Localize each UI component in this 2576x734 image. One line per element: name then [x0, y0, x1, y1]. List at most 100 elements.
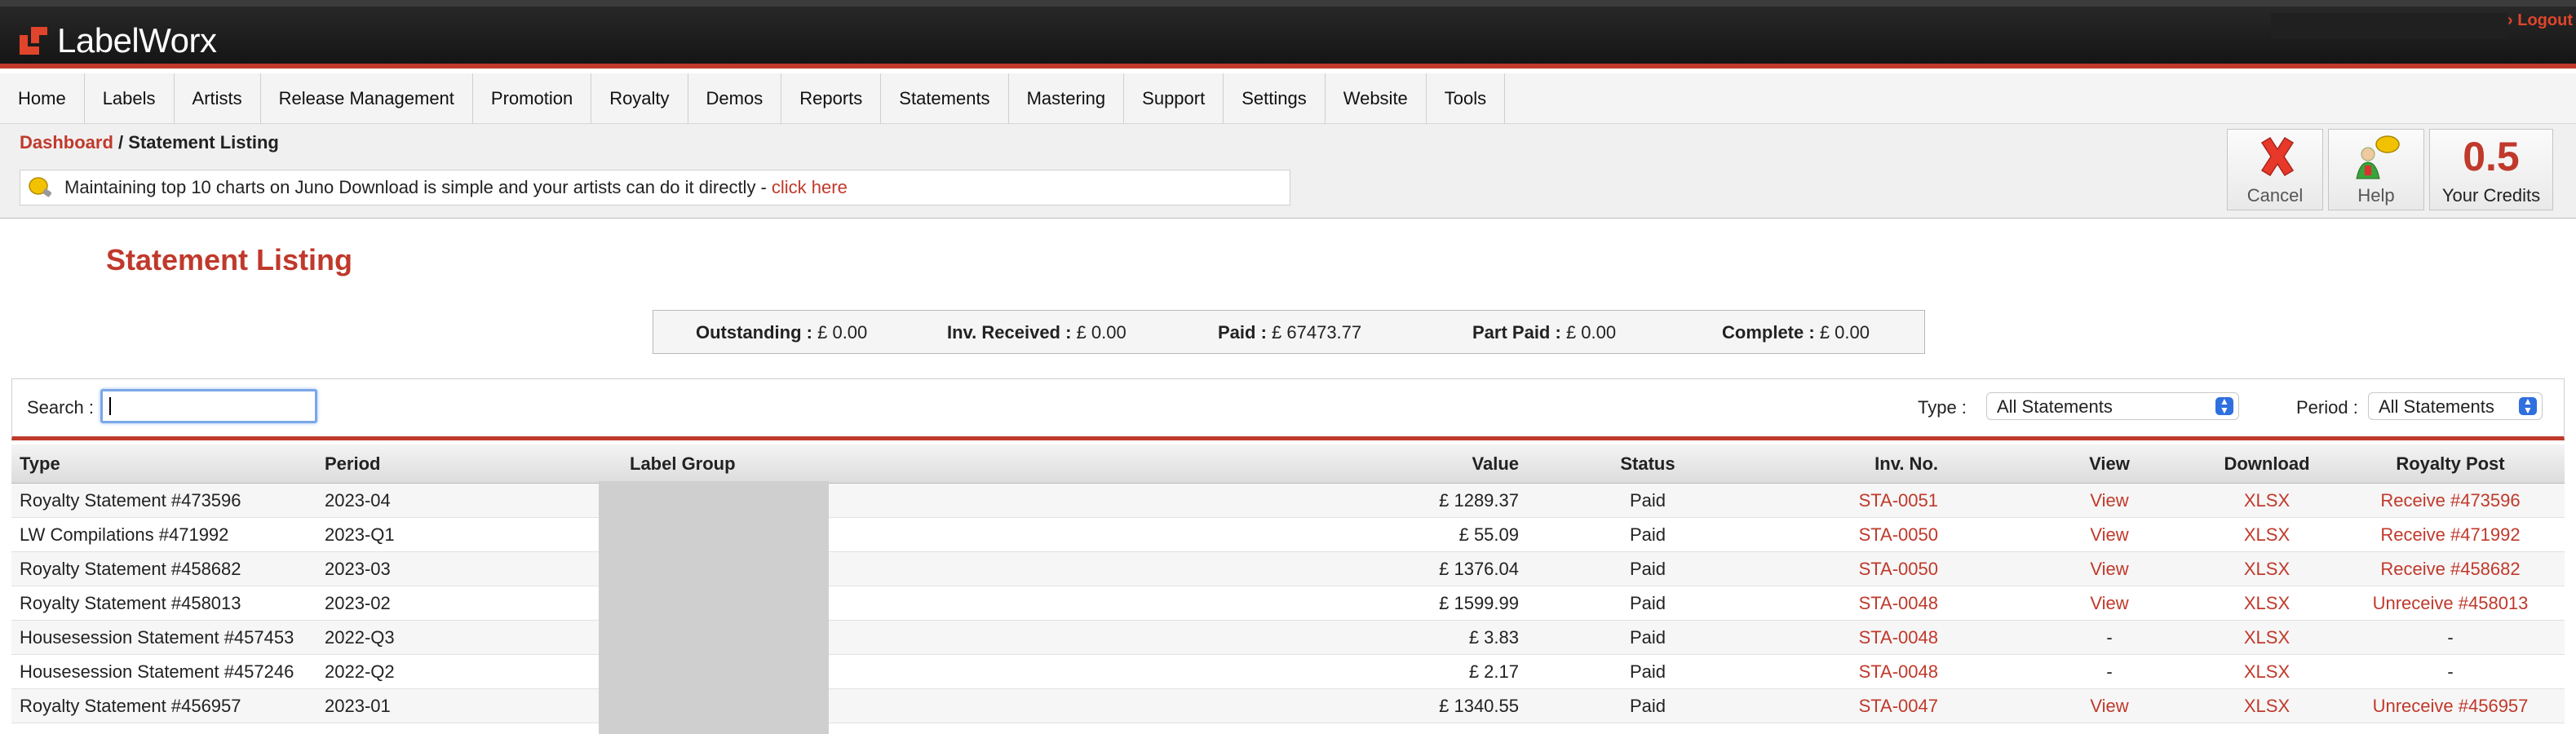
page-title: Statement Listing — [106, 243, 353, 276]
summary-part-paid: Part Paid : £ 0.00 — [1472, 322, 1617, 343]
invoice-link[interactable]: STA-0050 — [1859, 518, 1938, 551]
help-person-icon — [2356, 135, 2400, 179]
invoice-link[interactable]: STA-0048 — [1859, 655, 1938, 688]
cancel-x-icon — [2260, 136, 2295, 177]
view-link: - — [2106, 661, 2113, 682]
download-xlsx-link[interactable]: XLSX — [2211, 621, 2323, 654]
logout-link[interactable]: › Logout — [2507, 11, 2573, 30]
summary-inv-received: Inv. Received : £ 0.00 — [947, 322, 1126, 343]
nav-item-mastering[interactable]: Mastering — [1009, 73, 1125, 124]
royalty-post-link[interactable]: Receive #458682 — [2344, 552, 2556, 586]
nav-item-promotion[interactable]: Promotion — [473, 73, 592, 124]
type-select[interactable]: All Statements ▲ ▼ — [1986, 392, 2239, 420]
breadcrumb-separator: / — [113, 132, 129, 153]
header-royalty-post: Royalty Post — [2396, 453, 2505, 474]
credits-label: Your Credits — [2441, 185, 2541, 206]
logo-mark-icon — [20, 27, 47, 55]
status-cell: Paid — [1629, 524, 1666, 545]
invoice-link[interactable]: STA-0047 — [1859, 689, 1938, 723]
label-group-redacted — [599, 481, 829, 734]
nav-item-statements[interactable]: Statements — [881, 73, 1009, 124]
nav-item-support[interactable]: Support — [1124, 73, 1224, 124]
search-input[interactable] — [100, 389, 317, 423]
main-nav: Home Labels Artists Release Management Promo… — [0, 73, 2576, 124]
summary-paid: Paid : £ 67473.77 — [1218, 322, 1362, 343]
royalty-post-link[interactable]: Receive #473596 — [2344, 484, 2556, 517]
value-cell: £ 3.83 — [1468, 626, 1519, 648]
statement-type-cell: Royalty Statement #458013 — [20, 592, 241, 613]
nav-item-release-management[interactable]: Release Management — [261, 73, 473, 124]
header-inv-no[interactable]: Inv. No. — [1874, 444, 1938, 484]
period-cell: 2022-Q2 — [325, 661, 395, 682]
table-row: Royalty Statement #458013 2023-02 £ 1599.9… — [11, 586, 2565, 621]
period-cell: 2023-Q1 — [325, 524, 395, 545]
invoice-link[interactable]: STA-0051 — [1859, 484, 1938, 517]
download-xlsx-link[interactable]: XLSX — [2211, 484, 2323, 517]
summary-outstanding: Outstanding : £ 0.00 — [696, 322, 868, 343]
value-cell: £ 1376.04 — [1439, 558, 1519, 579]
view-link[interactable]: View — [2077, 689, 2142, 723]
breadcrumb-dashboard-link[interactable]: Dashboard — [20, 132, 113, 153]
period-select-value: All Statements — [2379, 396, 2494, 417]
cancel-button[interactable]: Cancel — [2227, 129, 2323, 210]
nav-item-settings[interactable]: Settings — [1224, 73, 1326, 124]
header-type[interactable]: Type — [20, 444, 60, 484]
nav-item-royalty[interactable]: Royalty — [591, 73, 688, 124]
table-row: Royalty Statement #456957 2023-01 £ 1340.5… — [11, 689, 2565, 723]
download-xlsx-link[interactable]: XLSX — [2211, 655, 2323, 688]
period-cell: 2023-04 — [325, 489, 391, 511]
table-row: Housesession Statement #457246 2022-Q2 £ 2… — [11, 655, 2565, 689]
download-xlsx-link[interactable]: XLSX — [2211, 552, 2323, 586]
view-link[interactable]: View — [2077, 552, 2142, 586]
table-row: Royalty Statement #458682 2023-03 £ 1376.0… — [11, 552, 2565, 586]
royalty-post-link[interactable]: Receive #471992 — [2344, 518, 2556, 551]
credits-value: 0.5 — [2463, 134, 2520, 179]
user-info — [2271, 13, 2507, 39]
table-body: Royalty Statement #473596 2023-04 £ 1289.3… — [11, 484, 2565, 723]
nav-item-tools[interactable]: Tools — [1427, 73, 1506, 124]
select-chevron-icon: ▲ ▼ — [2519, 396, 2537, 415]
status-cell: Paid — [1629, 558, 1666, 579]
status-cell: Paid — [1629, 661, 1666, 682]
nav-item-demos[interactable]: Demos — [688, 73, 782, 124]
search-label: Search : — [27, 397, 94, 418]
header-label-group[interactable]: Label Group — [630, 444, 736, 484]
view-link[interactable]: View — [2077, 518, 2142, 551]
royalty-post-link[interactable]: Unreceive #456957 — [2344, 689, 2556, 723]
value-cell: £ 1599.99 — [1439, 592, 1519, 613]
invoice-link[interactable]: STA-0048 — [1859, 586, 1938, 620]
nav-item-artists[interactable]: Artists — [175, 73, 261, 124]
nav-item-home[interactable]: Home — [0, 73, 85, 124]
status-cell: Paid — [1629, 626, 1666, 648]
notice-click-here-link[interactable]: click here — [772, 177, 848, 198]
invoice-link[interactable]: STA-0048 — [1859, 621, 1938, 654]
header-status[interactable]: Status — [1591, 444, 1705, 484]
nav-item-reports[interactable]: Reports — [781, 73, 882, 124]
help-label: Help — [2357, 185, 2395, 206]
download-xlsx-link[interactable]: XLSX — [2211, 689, 2323, 723]
download-xlsx-link[interactable]: XLSX — [2211, 518, 2323, 551]
view-link[interactable]: View — [2077, 484, 2142, 517]
royalty-post-link: - — [2447, 661, 2454, 682]
credits-panel[interactable]: 0.5 Your Credits — [2429, 129, 2553, 210]
period-cell: 2023-02 — [325, 592, 391, 613]
logo-text: LabelWorx — [57, 21, 217, 60]
cancel-label: Cancel — [2246, 185, 2304, 206]
statement-type-cell: Royalty Statement #456957 — [20, 695, 241, 716]
nav-item-labels[interactable]: Labels — [85, 73, 175, 124]
invoice-link[interactable]: STA-0050 — [1859, 552, 1938, 586]
header-value[interactable]: Value — [1472, 444, 1519, 484]
royalty-post-link[interactable]: Unreceive #458013 — [2344, 586, 2556, 620]
text-caret — [109, 397, 111, 415]
period-select[interactable]: All Statements ▲ ▼ — [2368, 392, 2543, 420]
header-period[interactable]: Period — [325, 444, 380, 484]
notice-banner: Maintaining top 10 charts on Juno Downlo… — [20, 170, 1290, 206]
labelworx-logo[interactable]: LabelWorx — [20, 21, 217, 60]
statement-type-cell: Royalty Statement #458682 — [20, 558, 241, 579]
header-download: Download — [2224, 453, 2310, 474]
view-link[interactable]: View — [2077, 586, 2142, 620]
help-button[interactable]: Help — [2328, 129, 2424, 210]
nav-item-website[interactable]: Website — [1326, 73, 1427, 124]
download-xlsx-link[interactable]: XLSX — [2211, 586, 2323, 620]
header-view: View — [2089, 453, 2130, 474]
